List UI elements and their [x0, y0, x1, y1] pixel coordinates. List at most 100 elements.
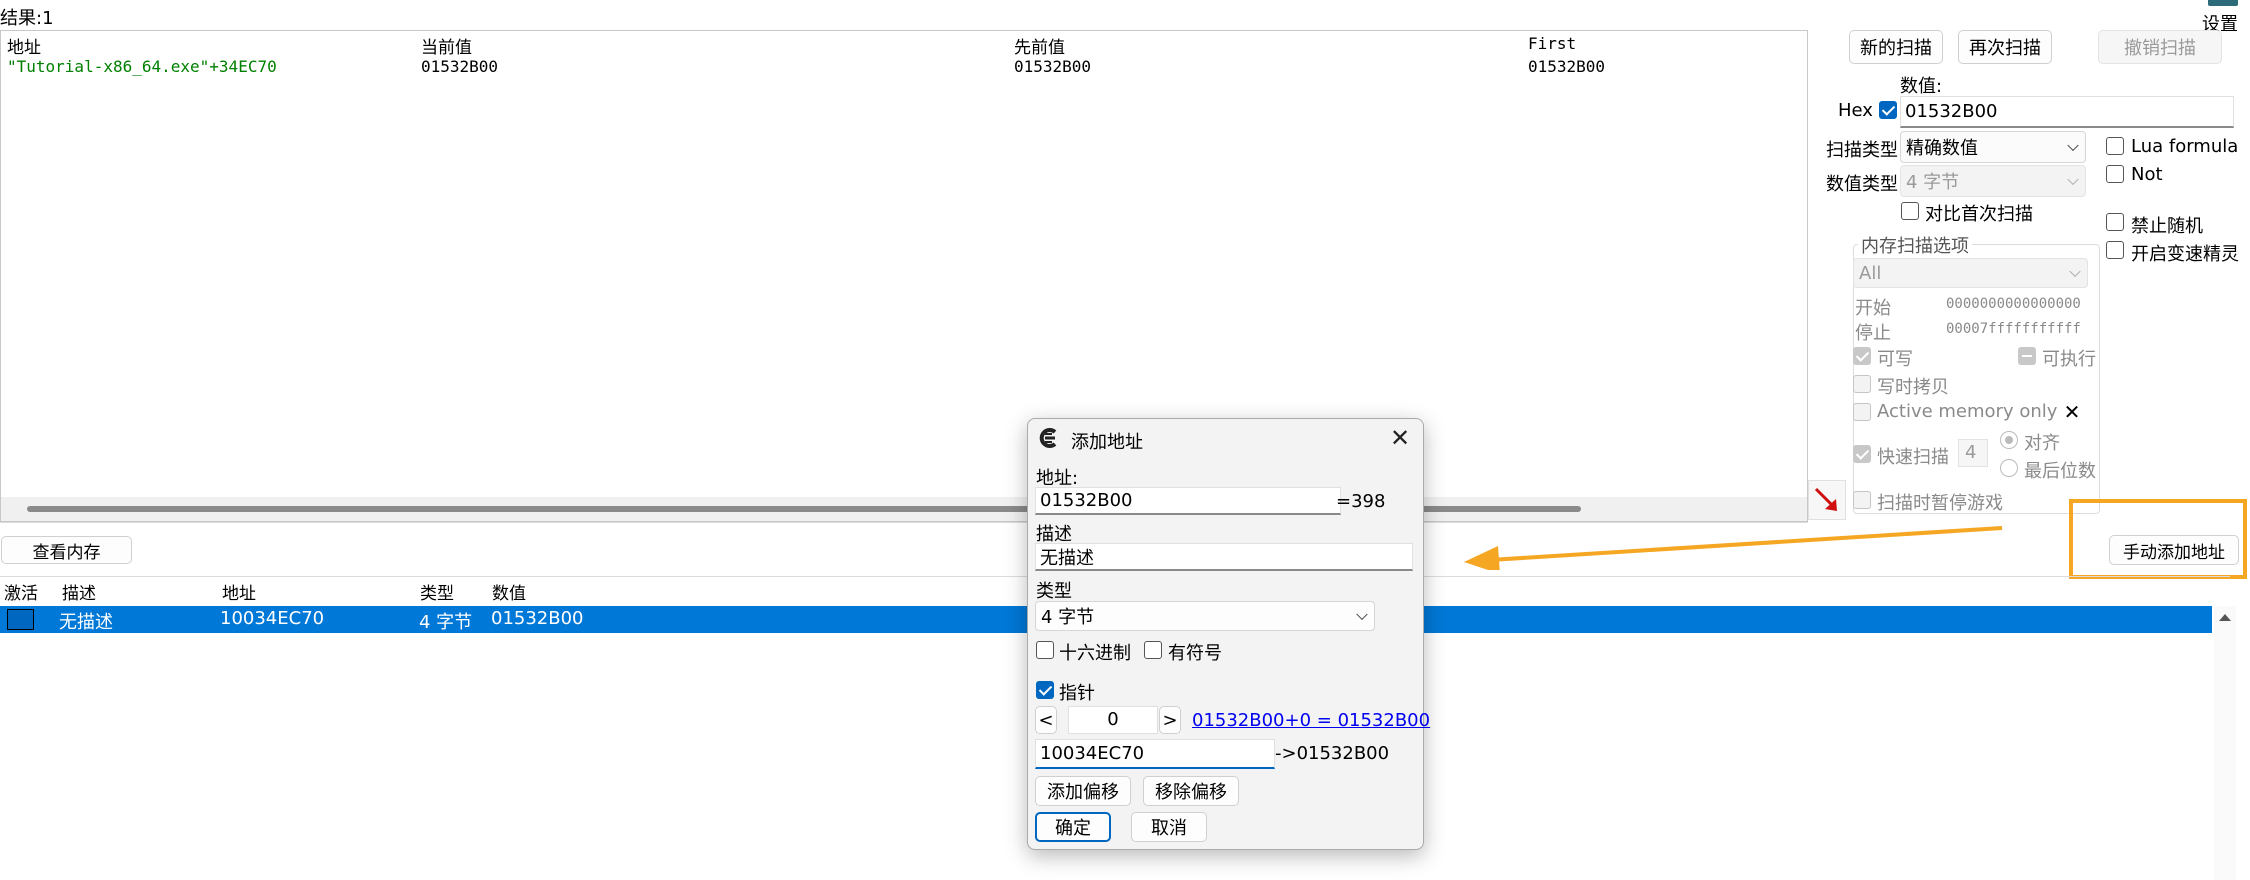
close-icon[interactable]: ✕: [2062, 402, 2082, 422]
writable-checkbox[interactable]: [1853, 347, 1871, 365]
speedhack-checkbox[interactable]: [2106, 241, 2124, 259]
annotation-arrow-icon: [1464, 526, 2003, 570]
signed-checkbox[interactable]: [1144, 641, 1162, 659]
not-label: Not: [2131, 164, 2163, 185]
active-checkbox[interactable]: [7, 609, 34, 630]
close-icon[interactable]: ✕: [1386, 424, 1414, 452]
fast-scan-checkbox[interactable]: [1853, 445, 1871, 463]
value-type-value: 4 字节: [1906, 172, 1960, 193]
add-offset-button[interactable]: 添加偏移: [1035, 776, 1131, 806]
remove-offset-button[interactable]: 移除偏移: [1143, 776, 1239, 806]
copy-on-write-label: 写时拷贝: [1877, 377, 1949, 398]
signed-label: 有符号: [1168, 643, 1222, 664]
active-memory-checkbox[interactable]: [1853, 403, 1871, 421]
add-address-dialog: 添加地址 ✕ 地址: 01532B00 =398 描述 无描述 类型 4 字节 …: [1027, 418, 1430, 850]
last-digits-radio[interactable]: [2000, 459, 2018, 477]
stop-address-input[interactable]: 00007fffffffffff: [1946, 321, 2081, 337]
start-label: 开始: [1855, 298, 1891, 319]
column-header-active[interactable]: 激活: [4, 579, 38, 604]
offset-input[interactable]: 0: [1068, 706, 1158, 734]
executable-label: 可执行: [2042, 349, 2096, 370]
memory-region-select[interactable]: All: [1853, 258, 2088, 288]
results-count-label: 结果:1: [0, 8, 54, 29]
next-scan-button[interactable]: 再次扫描: [1958, 30, 2052, 64]
column-header-address[interactable]: 地址: [7, 33, 41, 58]
row-type: 4 字节: [419, 612, 473, 633]
compare-first-label: 对比首次扫描: [1925, 204, 2033, 225]
memory-region-value: All: [1859, 262, 1882, 284]
pause-game-label: 扫描时暂停游戏: [1877, 493, 2003, 514]
column-header-address[interactable]: 地址: [222, 579, 256, 604]
offset-prev-button[interactable]: <: [1035, 706, 1057, 734]
undo-scan-button[interactable]: 撤销扫描: [2098, 30, 2222, 64]
description-input[interactable]: 无描述: [1035, 543, 1413, 571]
result-previous-value: 01532B00: [1014, 57, 1092, 76]
address-input[interactable]: 01532B00: [1035, 487, 1341, 515]
settings-icon[interactable]: [2208, 0, 2238, 6]
last-digits-label: 最后位数: [2024, 461, 2096, 482]
hexadecimal-label: 十六进制: [1059, 643, 1131, 664]
scan-type-value: 精确数值: [1906, 138, 1978, 159]
column-header-type[interactable]: 类型: [420, 579, 454, 604]
pause-game-checkbox[interactable]: [1853, 491, 1871, 509]
row-description: 无描述: [59, 612, 113, 633]
scan-results-list[interactable]: 地址 当前值 先前值 First "Tutorial-x86_64.exe"+3…: [0, 30, 1808, 522]
ok-button[interactable]: 确定: [1035, 812, 1111, 842]
disable-random-label: 禁止随机: [2131, 216, 2203, 237]
offset-calc-link[interactable]: 01532B00+0 = 01532B00: [1192, 710, 1430, 731]
hex-checkbox[interactable]: [1879, 101, 1897, 119]
lua-formula-checkbox[interactable]: [2106, 137, 2124, 155]
result-address: "Tutorial-x86_64.exe"+34EC70: [7, 57, 277, 76]
row-value: 01532B00: [491, 608, 584, 629]
row-address: 10034EC70: [220, 608, 325, 629]
value-type-label: 数值类型: [1826, 174, 1898, 195]
not-checkbox[interactable]: [2106, 165, 2124, 183]
copy-to-list-button[interactable]: [1808, 480, 1846, 520]
add-address-manually-button[interactable]: 手动添加地址: [2109, 535, 2239, 565]
hex-label: Hex: [1838, 100, 1873, 121]
fast-scan-label: 快速扫描: [1877, 447, 1949, 468]
base-address-result: ->01532B00: [1275, 743, 1390, 764]
value-type-select[interactable]: 4 字节: [1900, 165, 2086, 197]
stop-label: 停止: [1855, 323, 1891, 344]
address-result: =398: [1336, 491, 1386, 512]
executable-checkbox[interactable]: [2018, 347, 2036, 365]
divider: [0, 522, 1808, 523]
result-current-value: 01532B00: [421, 57, 499, 76]
speedhack-label: 开启变速精灵: [2131, 244, 2239, 265]
copy-on-write-checkbox[interactable]: [1853, 375, 1871, 393]
pointer-checkbox[interactable]: [1036, 681, 1054, 699]
column-header-description[interactable]: 描述: [62, 579, 96, 604]
cheat-engine-icon: [1039, 428, 1057, 448]
dialog-title: 添加地址: [1071, 432, 1143, 453]
align-label: 对齐: [2024, 433, 2060, 454]
align-radio[interactable]: [2000, 431, 2018, 449]
new-scan-button[interactable]: 新的扫描: [1849, 30, 1943, 64]
type-select[interactable]: 4 字节: [1035, 601, 1375, 631]
vertical-scrollbar[interactable]: [2214, 606, 2236, 880]
disable-random-checkbox[interactable]: [2106, 213, 2124, 231]
horizontal-scrollbar[interactable]: [1, 497, 1807, 521]
column-header-current[interactable]: 当前值: [421, 33, 472, 58]
red-arrow-icon: [1814, 487, 1837, 511]
offset-next-button[interactable]: >: [1159, 706, 1181, 734]
column-header-value[interactable]: 数值: [492, 579, 526, 604]
writable-label: 可写: [1877, 349, 1913, 370]
active-memory-label: Active memory only: [1877, 401, 2058, 422]
column-header-previous[interactable]: 先前值: [1014, 33, 1065, 58]
scan-value-input[interactable]: 01532B00: [1900, 96, 2234, 128]
type-value: 4 字节: [1041, 607, 1095, 628]
column-header-first[interactable]: First: [1528, 34, 1576, 53]
cancel-button[interactable]: 取消: [1131, 812, 1207, 842]
chevron-down-icon: [2067, 173, 2079, 186]
scan-type-select[interactable]: 精确数值: [1900, 131, 2086, 163]
fast-scan-value-input[interactable]: 4: [1958, 439, 1988, 467]
start-address-input[interactable]: 0000000000000000: [1946, 296, 2081, 312]
hexadecimal-checkbox[interactable]: [1036, 641, 1054, 659]
view-memory-button[interactable]: 查看内存: [1, 536, 132, 564]
value-label: 数值:: [1900, 76, 1943, 97]
table-row[interactable]: "Tutorial-x86_64.exe"+34EC70 01532B00 01…: [1, 57, 1807, 81]
compare-first-checkbox[interactable]: [1901, 202, 1919, 220]
scroll-up-icon[interactable]: [2219, 614, 2231, 621]
base-address-input[interactable]: 10034EC70: [1035, 739, 1275, 769]
